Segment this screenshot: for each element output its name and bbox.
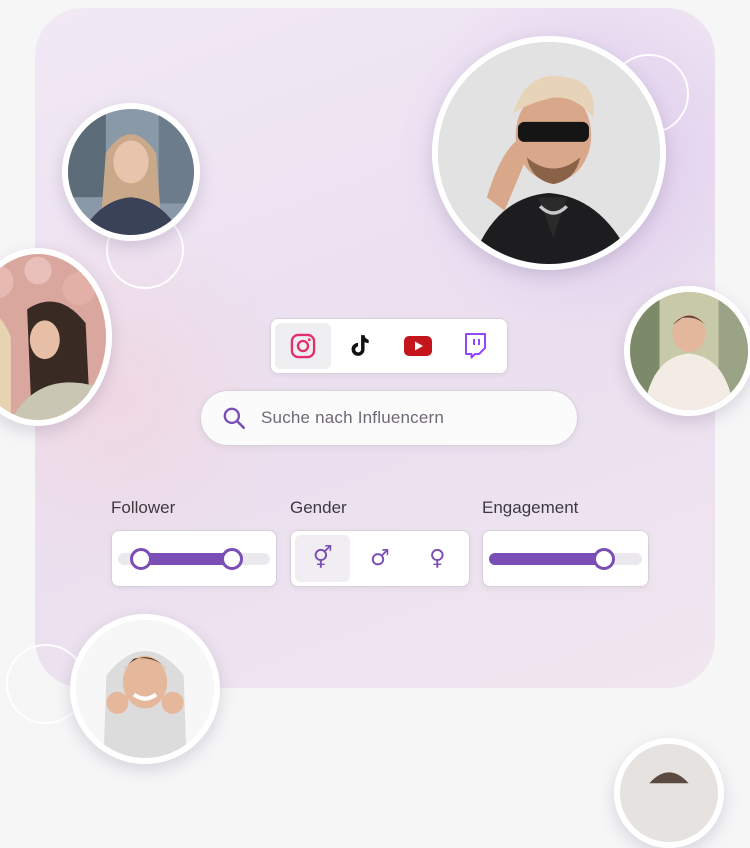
influencer-avatar[interactable]	[62, 103, 200, 241]
youtube-icon	[403, 336, 432, 356]
twitch-icon	[465, 333, 487, 359]
influencer-photo	[620, 744, 718, 842]
influencer-avatar[interactable]	[624, 286, 750, 416]
slider-fill	[140, 553, 232, 565]
tiktok-icon	[351, 335, 369, 356]
influencer-photo	[68, 109, 194, 235]
search-placeholder: Suche nach Influencern	[261, 408, 445, 427]
gender-selector: ⚥ ♂ ♀	[290, 530, 470, 587]
follower-label: Follower	[111, 498, 176, 517]
influencer-avatar[interactable]	[432, 36, 666, 270]
follower-range-slider[interactable]	[111, 530, 277, 587]
tab-instagram[interactable]	[275, 323, 331, 369]
slider-fill	[489, 553, 604, 565]
influencer-photo	[630, 292, 748, 410]
gender-male-button[interactable]: ♂	[352, 535, 407, 582]
slider-thumb-min[interactable]	[129, 548, 152, 570]
tab-twitch[interactable]	[448, 323, 504, 369]
influencer-photo	[0, 254, 106, 420]
tab-tiktok[interactable]	[333, 323, 389, 369]
influencer-photo	[438, 42, 660, 264]
instagram-icon	[290, 333, 315, 359]
slider-thumb-max[interactable]	[221, 548, 243, 570]
influencer-avatar[interactable]	[614, 738, 724, 848]
search-bar[interactable]: Suche nach Influencern	[200, 390, 578, 446]
platform-selector	[270, 318, 508, 374]
engagement-slider[interactable]	[482, 530, 649, 587]
tab-youtube[interactable]	[390, 323, 446, 369]
influencer-avatar[interactable]	[70, 614, 220, 764]
influencer-photo	[76, 620, 214, 758]
search-icon	[223, 407, 246, 430]
engagement-label: Engagement	[482, 498, 579, 517]
gender-all-button[interactable]: ⚥	[295, 535, 351, 582]
gender-female-button[interactable]: ♀	[410, 535, 465, 582]
gender-label: Gender	[290, 498, 347, 517]
slider-thumb[interactable]	[592, 548, 615, 570]
